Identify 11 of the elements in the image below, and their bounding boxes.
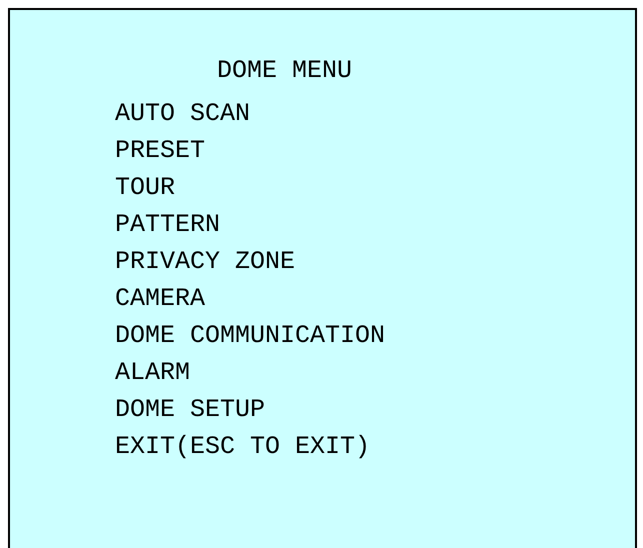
menu-title: DOME MENU: [216, 55, 354, 87]
menu-item[interactable]: DOME COMMUNICATION: [115, 317, 386, 354]
menu-item[interactable]: TOUR: [115, 169, 176, 206]
menu-item[interactable]: AUTO SCAN: [115, 95, 250, 132]
menu-item[interactable]: ALARM: [115, 354, 190, 391]
menu-item[interactable]: EXIT(ESC TO EXIT): [115, 428, 370, 465]
menu-item[interactable]: PRESET: [115, 132, 206, 169]
menu-item[interactable]: DOME SETUP: [115, 391, 266, 428]
menu-item[interactable]: PRIVACY ZONE: [115, 243, 296, 280]
menu-item[interactable]: PATTERN: [115, 206, 220, 243]
menu-item[interactable]: CAMERA: [115, 280, 206, 317]
